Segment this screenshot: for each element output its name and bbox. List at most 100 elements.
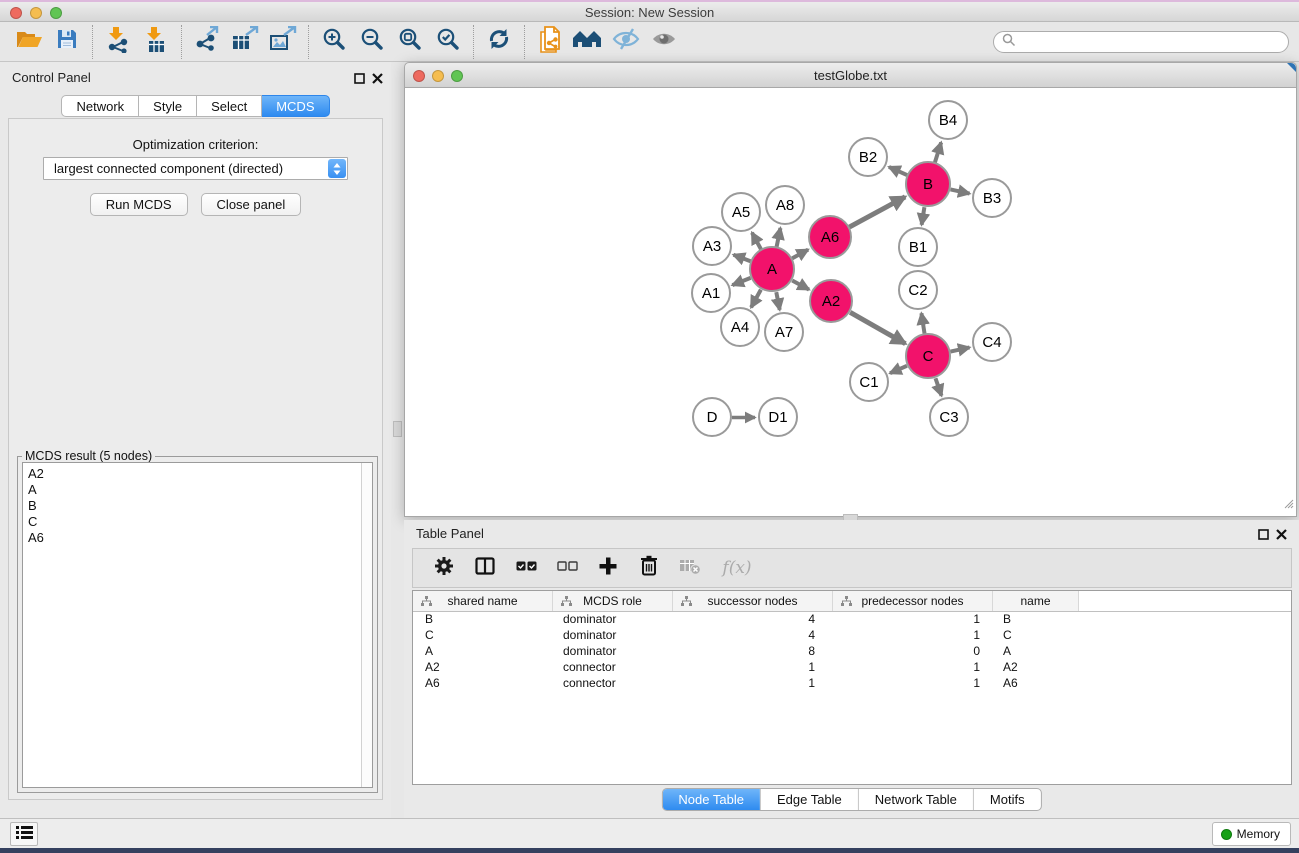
result-item-B[interactable]: B [28, 498, 372, 514]
cell[interactable]: B [413, 612, 553, 628]
graph-node-C2[interactable]: C2 [898, 270, 938, 310]
result-item-A6[interactable]: A6 [28, 530, 372, 546]
cell[interactable]: C [993, 628, 1079, 644]
column-header-name[interactable]: name [993, 591, 1079, 611]
cell[interactable]: A [993, 644, 1079, 660]
export-table-button[interactable] [226, 25, 264, 59]
cell[interactable]: 0 [833, 644, 993, 660]
open-file-button[interactable] [10, 25, 48, 59]
graph-node-A8[interactable]: A8 [765, 185, 805, 225]
zoom-selected-button[interactable] [429, 25, 467, 59]
tab-select[interactable]: Select [197, 95, 262, 117]
result-item-C[interactable]: C [28, 514, 372, 530]
cell[interactable]: 1 [673, 660, 833, 676]
tab-motifs[interactable]: Motifs [973, 789, 1041, 810]
tab-edge-table[interactable]: Edge Table [760, 789, 858, 810]
node-table[interactable]: shared name MCDS role successor nodes pr… [412, 590, 1292, 785]
delete-table-button[interactable] [673, 552, 707, 584]
memory-button[interactable]: Memory [1212, 822, 1291, 846]
vertical-splitter[interactable] [391, 62, 404, 818]
cell[interactable]: connector [553, 660, 673, 676]
zoom-in-button[interactable] [315, 25, 353, 59]
result-scrollbar[interactable] [361, 463, 372, 787]
table-row-B[interactable]: Bdominator41B [413, 612, 1291, 628]
cell[interactable]: C [413, 628, 553, 644]
zoom-fit-button[interactable] [391, 25, 429, 59]
graph-node-B4[interactable]: B4 [928, 100, 968, 140]
graph-node-A2[interactable]: A2 [809, 279, 853, 323]
column-visibility-button[interactable] [468, 552, 502, 584]
float-panel-icon[interactable] [354, 71, 365, 89]
cell[interactable]: A [413, 644, 553, 660]
optimization-criterion-dropdown[interactable]: largest connected component (directed) [43, 157, 348, 180]
tab-network-table[interactable]: Network Table [858, 789, 973, 810]
close-panel-button[interactable]: Close panel [201, 193, 302, 216]
cell[interactable]: dominator [553, 628, 673, 644]
table-row-A[interactable]: Adominator80A [413, 644, 1291, 660]
mcds-result-list[interactable]: A2ABCA6 [22, 462, 373, 788]
column-header-shared-name[interactable]: shared name [413, 591, 553, 611]
cell[interactable]: B [993, 612, 1079, 628]
cell[interactable]: dominator [553, 612, 673, 628]
close-panel-icon[interactable] [372, 71, 383, 89]
network-canvas[interactable]: B4B2BB3A8A5A6A3B1AC2A1A2A4A7C4CC1C3DD1 [404, 88, 1297, 517]
cell[interactable]: A2 [993, 660, 1079, 676]
graph-node-C3[interactable]: C3 [929, 397, 969, 437]
import-table-button[interactable] [137, 25, 175, 59]
table-row-C[interactable]: Cdominator41C [413, 628, 1291, 644]
cell[interactable]: 8 [673, 644, 833, 660]
cell[interactable]: 4 [673, 612, 833, 628]
network-window-titlebar[interactable]: testGlobe.txt [404, 62, 1297, 88]
deselect-all-columns-button[interactable] [550, 552, 584, 584]
column-header-successor-nodes[interactable]: successor nodes [673, 591, 833, 611]
graph-node-B1[interactable]: B1 [898, 227, 938, 267]
show-panels-button[interactable] [10, 822, 38, 846]
graph-node-D[interactable]: D [692, 397, 732, 437]
graph-node-C1[interactable]: C1 [849, 362, 889, 402]
cell[interactable]: 1 [833, 676, 993, 692]
cell[interactable]: 1 [833, 660, 993, 676]
table-row-A6[interactable]: A6connector11A6 [413, 676, 1291, 692]
graph-node-D1[interactable]: D1 [758, 397, 798, 437]
table-settings-button[interactable] [427, 552, 461, 584]
graph-node-C4[interactable]: C4 [972, 322, 1012, 362]
cell[interactable]: A6 [413, 676, 553, 692]
graph-node-A1[interactable]: A1 [691, 273, 731, 313]
graph-node-A5[interactable]: A5 [721, 192, 761, 232]
search-field[interactable] [993, 31, 1289, 53]
function-builder-button[interactable]: f(x) [714, 552, 760, 584]
home-button[interactable] [569, 25, 607, 59]
graph-node-B[interactable]: B [905, 161, 951, 207]
network-document-button[interactable] [531, 25, 569, 59]
tab-network[interactable]: Network [61, 95, 139, 117]
refresh-button[interactable] [480, 25, 518, 59]
cell[interactable]: A6 [993, 676, 1079, 692]
save-session-button[interactable] [48, 25, 86, 59]
graph-node-B2[interactable]: B2 [848, 137, 888, 177]
cell[interactable]: A2 [413, 660, 553, 676]
result-item-A[interactable]: A [28, 482, 372, 498]
result-item-A2[interactable]: A2 [28, 466, 372, 482]
delete-column-button[interactable] [632, 552, 666, 584]
tab-node-table[interactable]: Node Table [662, 789, 760, 810]
search-input[interactable] [1021, 35, 1288, 49]
add-column-button[interactable] [591, 552, 625, 584]
graph-node-A4[interactable]: A4 [720, 307, 760, 347]
graph-node-A3[interactable]: A3 [692, 226, 732, 266]
cell[interactable]: 1 [833, 628, 993, 644]
show-details-button[interactable] [645, 25, 683, 59]
export-network-button[interactable] [188, 25, 226, 59]
run-mcds-button[interactable]: Run MCDS [90, 193, 188, 216]
import-network-button[interactable] [99, 25, 137, 59]
table-row-A2[interactable]: A2connector11A2 [413, 660, 1291, 676]
float-table-panel-icon[interactable] [1258, 527, 1269, 545]
splitter-grip[interactable] [393, 421, 402, 437]
zoom-out-button[interactable] [353, 25, 391, 59]
column-header-predecessor-nodes[interactable]: predecessor nodes [833, 591, 993, 611]
close-table-panel-icon[interactable] [1276, 527, 1287, 545]
graph-node-B3[interactable]: B3 [972, 178, 1012, 218]
cell[interactable]: 4 [673, 628, 833, 644]
export-image-button[interactable] [264, 25, 302, 59]
select-all-columns-button[interactable] [509, 552, 543, 584]
dock-triangle-icon[interactable] [1287, 63, 1296, 72]
